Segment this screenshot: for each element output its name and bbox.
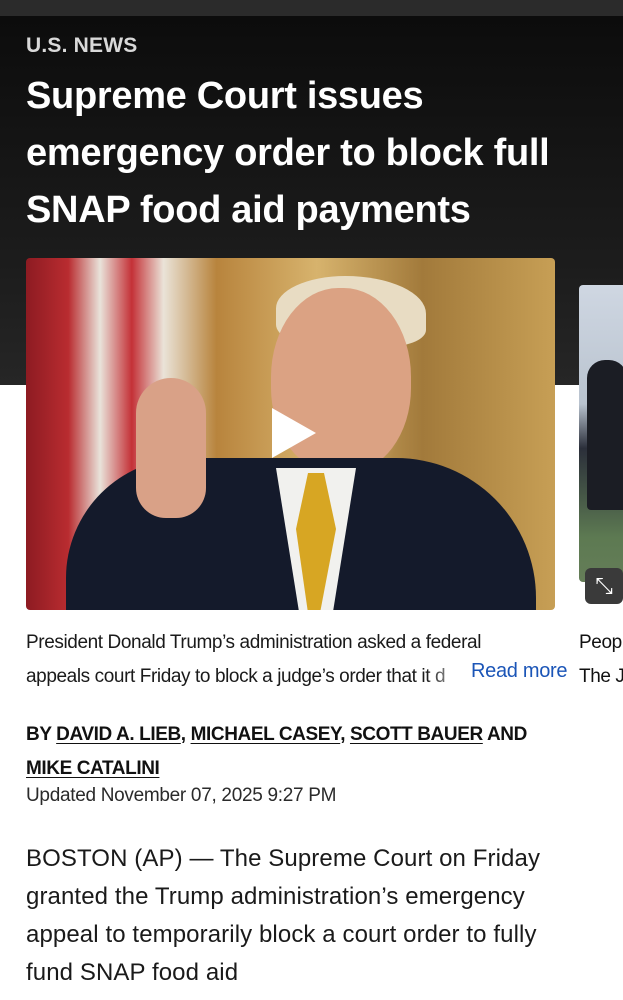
lead-video[interactable] [26,258,555,610]
byline: BY DAVID A. LIEB, MICHAEL CASEY, SCOTT B… [26,724,527,779]
photo-detail [136,378,206,518]
byline-prefix: BY [26,724,52,745]
next-media-card[interactable] [579,285,623,582]
next-caption-line-1: Peopl [579,632,623,653]
author-link[interactable]: MICHAEL CASEY [191,724,341,745]
article-body: BOSTON (AP) — The Supreme Court on Frida… [26,845,541,986]
caption-line-2: appeals court Friday to block a judge’s … [26,666,446,687]
play-icon[interactable] [272,408,316,458]
author-link[interactable]: DAVID A. LIEB [56,724,181,745]
article-headline: Supreme Court issues emergency order to … [26,75,550,231]
caption-line-1: President Donald Trump’s administration … [26,632,482,653]
author-link[interactable]: SCOTT BAUER [350,724,483,745]
section-label[interactable]: U.S. NEWS [26,34,137,58]
next-media-caption: Peopl The J [579,626,623,694]
next-caption-line-2: The J [579,666,623,687]
author-link[interactable]: MIKE CATALINI [26,758,160,779]
expand-icon[interactable]: ⤡ [585,568,623,604]
updated-timestamp: Updated November 07, 2025 9:27 PM [26,785,337,806]
read-more-link[interactable]: Read more [471,660,568,683]
photo-detail [587,360,623,510]
status-bar [0,0,623,16]
byline-and: AND [486,724,527,745]
